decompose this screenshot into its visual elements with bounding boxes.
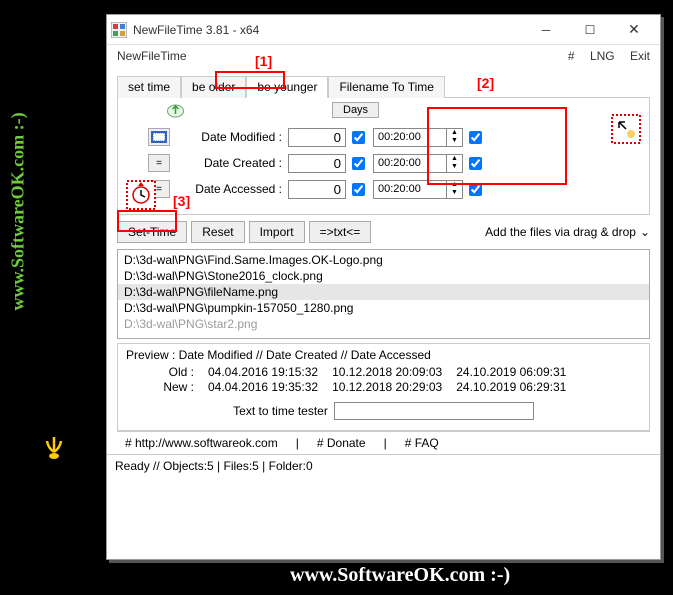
preview-old-row: Old : 04.04.2016 19:15:32 10.12.2018 20:… — [152, 365, 641, 379]
txt-button[interactable]: =>txt<= — [309, 221, 372, 243]
upload-icon[interactable] — [166, 102, 185, 118]
bottom-links: # http://www.softwareok.com | # Donate |… — [117, 431, 650, 454]
preview-header: Preview : Date Modified // Date Created … — [126, 348, 641, 362]
cb2-created[interactable] — [469, 157, 482, 170]
tester-row: Text to time tester — [126, 402, 641, 420]
time-created-input[interactable]: 00:20:00 — [373, 154, 447, 173]
button-row: Set-Time Reset Import =>txt<= Add the fi… — [117, 221, 650, 243]
list-item[interactable]: D:\3d-wal\PNG\fileName.png — [118, 284, 649, 300]
close-button[interactable]: ✕ — [612, 16, 656, 44]
list-item[interactable]: D:\3d-wal\PNG\pumpkin-157050_1280.png — [118, 300, 649, 316]
titlebar: NewFileTime 3.81 - x64 ─ ☐ ✕ — [107, 15, 660, 45]
new-label: New : — [152, 380, 194, 394]
row-created: = Date Created : 00:20:00 ▲▼ — [124, 152, 643, 174]
cb2-modified[interactable] — [469, 131, 482, 144]
spin-accessed[interactable]: ▲▼ — [447, 180, 463, 199]
link-url[interactable]: # http://www.softwareok.com — [125, 436, 278, 450]
menu-exit[interactable]: Exit — [630, 49, 650, 63]
preview-new-row: New : 04.04.2016 19:35:32 10.12.2018 20:… — [152, 380, 641, 394]
label-created: Date Created : — [180, 156, 282, 170]
list-item[interactable]: D:\3d-wal\PNG\Stone2016_clock.png — [118, 268, 649, 284]
tab-filename-to-time[interactable]: Filename To Time — [328, 76, 444, 98]
watermark-bottom: www.SoftwareOK.com :-) — [290, 564, 510, 587]
menu-hash[interactable]: # — [568, 49, 575, 63]
app-window: NewFileTime 3.81 - x64 ─ ☐ ✕ NewFileTime… — [106, 14, 661, 560]
stick-figure-icon — [10, 430, 90, 560]
list-item[interactable]: D:\3d-wal\PNG\star2.png — [118, 316, 649, 332]
old-label: Old : — [152, 365, 194, 379]
chevron-down-icon: ⌄ — [640, 225, 650, 239]
cb1-modified[interactable] — [352, 131, 365, 144]
new-accessed: 24.10.2019 06:29:31 — [456, 380, 566, 394]
spin-created[interactable]: ▲▼ — [447, 154, 463, 173]
menubar: NewFileTime # LNG Exit — [107, 45, 660, 67]
row-modified: Date Modified : 00:20:00 ▲▼ — [124, 126, 643, 148]
tab-set-time[interactable]: set time — [117, 76, 181, 98]
tabs: set time be older be younger Filename To… — [117, 75, 650, 98]
reset-button[interactable]: Reset — [191, 221, 244, 243]
icon-modified[interactable] — [148, 128, 170, 146]
label-accessed: Date Accessed : — [180, 182, 282, 196]
watermark-left: www.SoftwareOK.com :-) — [8, 112, 29, 310]
new-modified: 04.04.2016 19:35:32 — [208, 380, 318, 394]
old-modified: 04.04.2016 19:15:32 — [208, 365, 318, 379]
time-accessed-input[interactable]: 00:20:00 — [373, 180, 447, 199]
cb2-accessed[interactable] — [469, 183, 482, 196]
file-list[interactable]: D:\3d-wal\PNG\Find.Same.Images.OK-Logo.p… — [117, 249, 650, 339]
maximize-button[interactable]: ☐ — [568, 16, 612, 44]
menu-newfiletime[interactable]: NewFileTime — [117, 49, 556, 63]
set-time-button[interactable]: Set-Time — [117, 221, 187, 243]
old-accessed: 24.10.2019 06:09:31 — [456, 365, 566, 379]
cb1-accessed[interactable] — [352, 183, 365, 196]
old-created: 10.12.2018 20:09:03 — [332, 365, 442, 379]
minimize-button[interactable]: ─ — [524, 16, 568, 44]
preview-panel: Preview : Date Modified // Date Created … — [117, 343, 650, 431]
new-created: 10.12.2018 20:29:03 — [332, 380, 442, 394]
tab-be-younger[interactable]: be younger — [246, 76, 328, 98]
days-modified-input[interactable] — [288, 128, 346, 147]
tester-label: Text to time tester — [233, 404, 328, 418]
link-donate[interactable]: # Donate — [317, 436, 366, 450]
label-modified: Date Modified : — [180, 130, 282, 144]
app-icon — [111, 22, 127, 38]
link-faq[interactable]: # FAQ — [405, 436, 439, 450]
tester-input[interactable] — [334, 402, 534, 420]
drag-drop-link[interactable]: Add the files via drag & drop ⌄ — [485, 225, 650, 239]
window-title: NewFileTime 3.81 - x64 — [133, 23, 524, 37]
tab-be-older[interactable]: be older — [181, 76, 246, 98]
list-item[interactable]: D:\3d-wal\PNG\Find.Same.Images.OK-Logo.p… — [118, 252, 649, 268]
days-accessed-input[interactable] — [288, 180, 346, 199]
target-left-icon[interactable] — [126, 180, 156, 210]
spin-modified[interactable]: ▲▼ — [447, 128, 463, 147]
days-created-input[interactable] — [288, 154, 346, 173]
menu-lng[interactable]: LNG — [590, 49, 615, 63]
import-button[interactable]: Import — [249, 221, 305, 243]
time-modified-input[interactable]: 00:20:00 — [373, 128, 447, 147]
row-accessed: = Date Accessed : 00:20:00 ▲▼ — [124, 178, 643, 200]
days-header-button[interactable]: Days — [332, 102, 379, 118]
target-right-icon[interactable] — [611, 114, 641, 144]
status-bar: Ready // Objects:5 | Files:5 | Folder:0 — [107, 454, 660, 477]
field-panel: Days Date Modified : 00:20:00 ▲▼ = Date … — [117, 98, 650, 215]
eq-created[interactable]: = — [148, 154, 170, 172]
cb1-created[interactable] — [352, 157, 365, 170]
